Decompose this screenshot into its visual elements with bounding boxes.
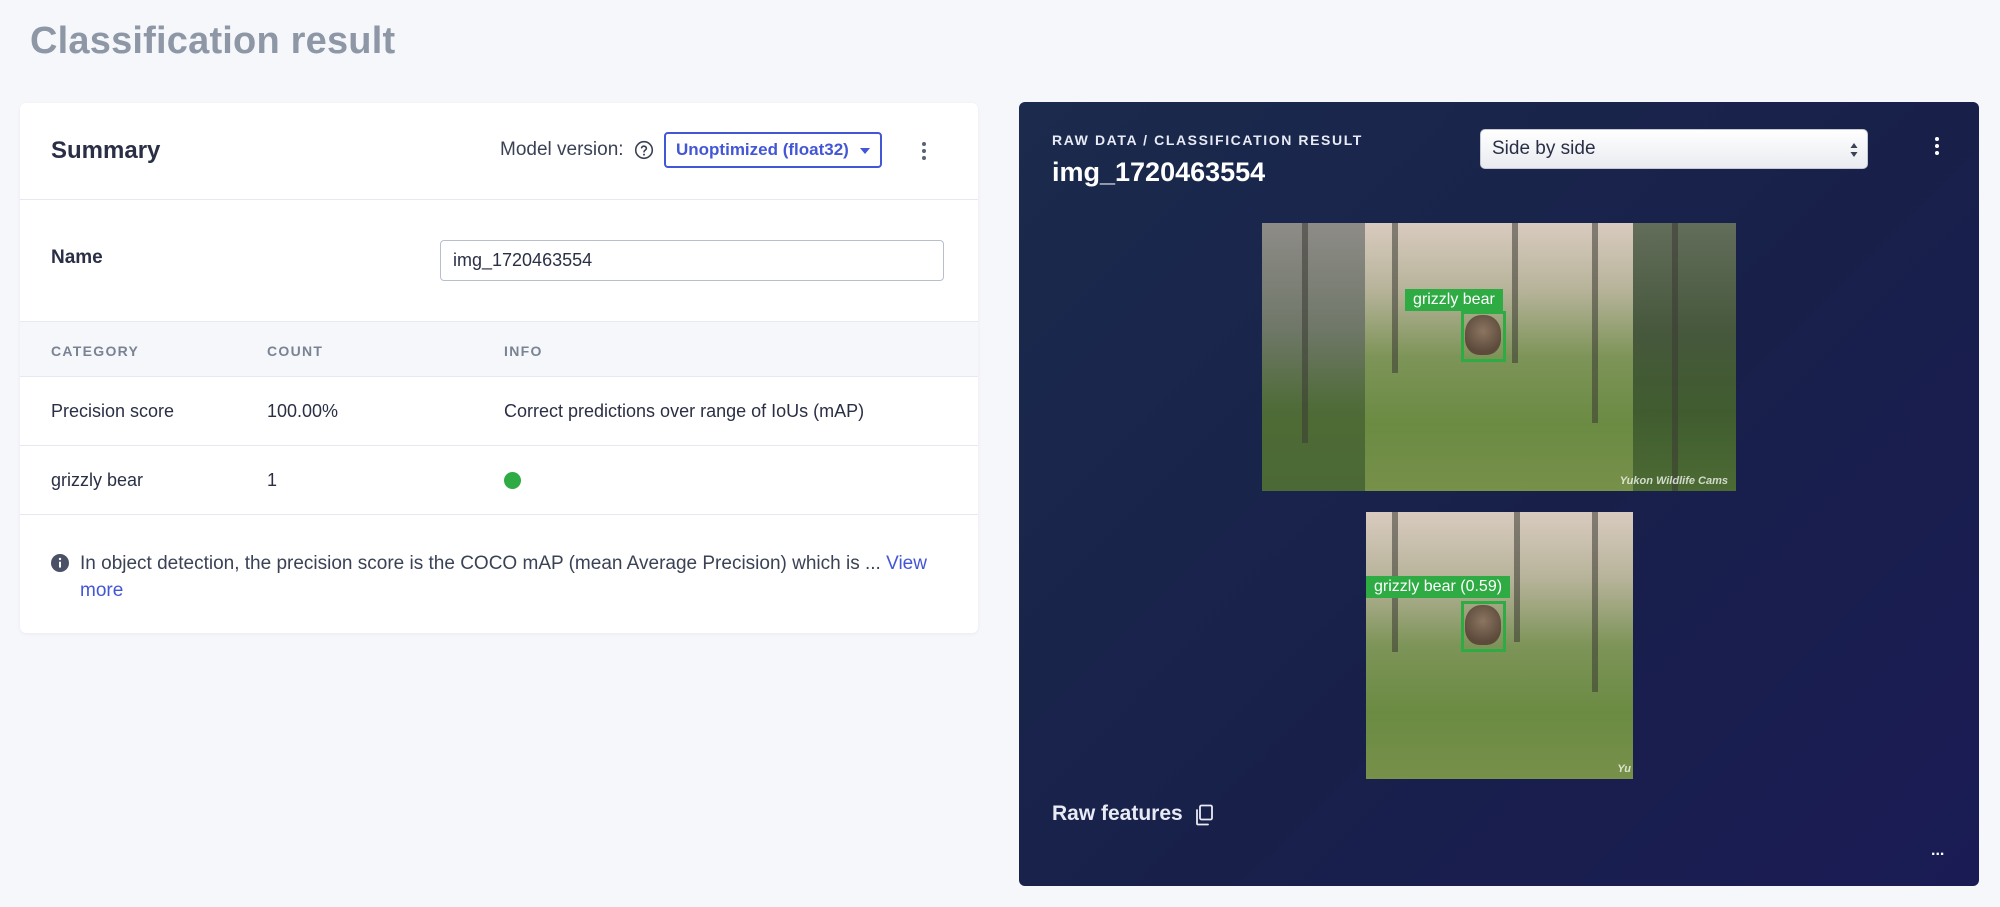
name-input[interactable] [440, 240, 944, 281]
raw-features-label: Raw features [1052, 802, 1183, 825]
info-text: In object detection, the precision score… [80, 550, 950, 604]
model-version-select[interactable]: Unoptimized (float32) [664, 132, 882, 168]
image-watermark: Yu [1617, 763, 1631, 775]
info-note-text: In object detection, the precision score… [80, 553, 887, 574]
summary-card: Summary Model version: Unoptimized (floa… [20, 103, 978, 633]
results-table-header: CATEGORY COUNT INFO [20, 322, 978, 377]
image-side-region-left [1262, 223, 1365, 491]
image-side-region-right [1633, 223, 1736, 491]
row-count: 100.00% [267, 401, 339, 421]
viewer-panel: RAW DATA / CLASSIFICATION RESULT img_172… [1019, 102, 1979, 886]
tree-trunk [1592, 223, 1598, 423]
view-mode-value: Side by side [1492, 138, 1596, 159]
page-title: Classification result [30, 20, 396, 62]
tree-trunk [1514, 512, 1520, 642]
result-image: grizzly bear (0.59) Yu [1366, 512, 1633, 779]
bounding-box [1461, 601, 1506, 652]
row-count: 1 [267, 470, 278, 490]
name-row: Name [20, 200, 978, 322]
bounding-box-label: grizzly bear [1405, 289, 1503, 311]
table-row: Precision score 100.00% Correct predicti… [20, 377, 978, 446]
bounding-box-label: grizzly bear (0.59) [1366, 576, 1511, 598]
header-category: CATEGORY [51, 343, 140, 359]
raw-image: grizzly bear Yukon Wildlife Cams [1262, 223, 1736, 491]
viewer-kebab-menu-icon[interactable] [1930, 135, 1944, 157]
tree-trunk [1672, 223, 1678, 491]
image-watermark: Yukon Wildlife Cams [1619, 475, 1728, 487]
summary-header: Summary Model version: Unoptimized (floa… [20, 103, 978, 200]
tree-trunk [1302, 223, 1308, 443]
row-category: grizzly bear [51, 470, 144, 490]
view-mode-select[interactable]: Side by side [1480, 129, 1868, 169]
header-count: COUNT [267, 343, 324, 359]
info-note: In object detection, the precision score… [20, 515, 978, 632]
status-dot-icon [504, 472, 521, 489]
summary-title: Summary [51, 137, 161, 164]
row-info: Correct predictions over range of IoUs (… [504, 401, 865, 421]
help-circle-icon[interactable] [634, 140, 654, 160]
expand-more-button[interactable]: ... [1931, 842, 1944, 860]
summary-kebab-menu-icon[interactable] [916, 139, 932, 163]
sample-title: img_1720463554 [1052, 157, 1266, 187]
copy-icon[interactable] [1194, 804, 1214, 826]
tree-trunk [1512, 223, 1518, 363]
table-row: grizzly bear 1 [20, 446, 978, 515]
model-version-label: Model version: [500, 139, 624, 160]
name-label: Name [51, 247, 103, 268]
tree-trunk [1592, 512, 1598, 692]
chevron-down-icon [860, 148, 870, 154]
breadcrumb: RAW DATA / CLASSIFICATION RESULT [1052, 132, 1363, 148]
bounding-box [1461, 311, 1506, 362]
info-circle-icon [51, 554, 69, 572]
tree-trunk [1392, 223, 1398, 373]
select-updown-icon [1850, 143, 1858, 157]
row-category: Precision score [51, 401, 175, 421]
header-info: INFO [504, 343, 543, 359]
model-version-value: Unoptimized (float32) [676, 140, 849, 159]
